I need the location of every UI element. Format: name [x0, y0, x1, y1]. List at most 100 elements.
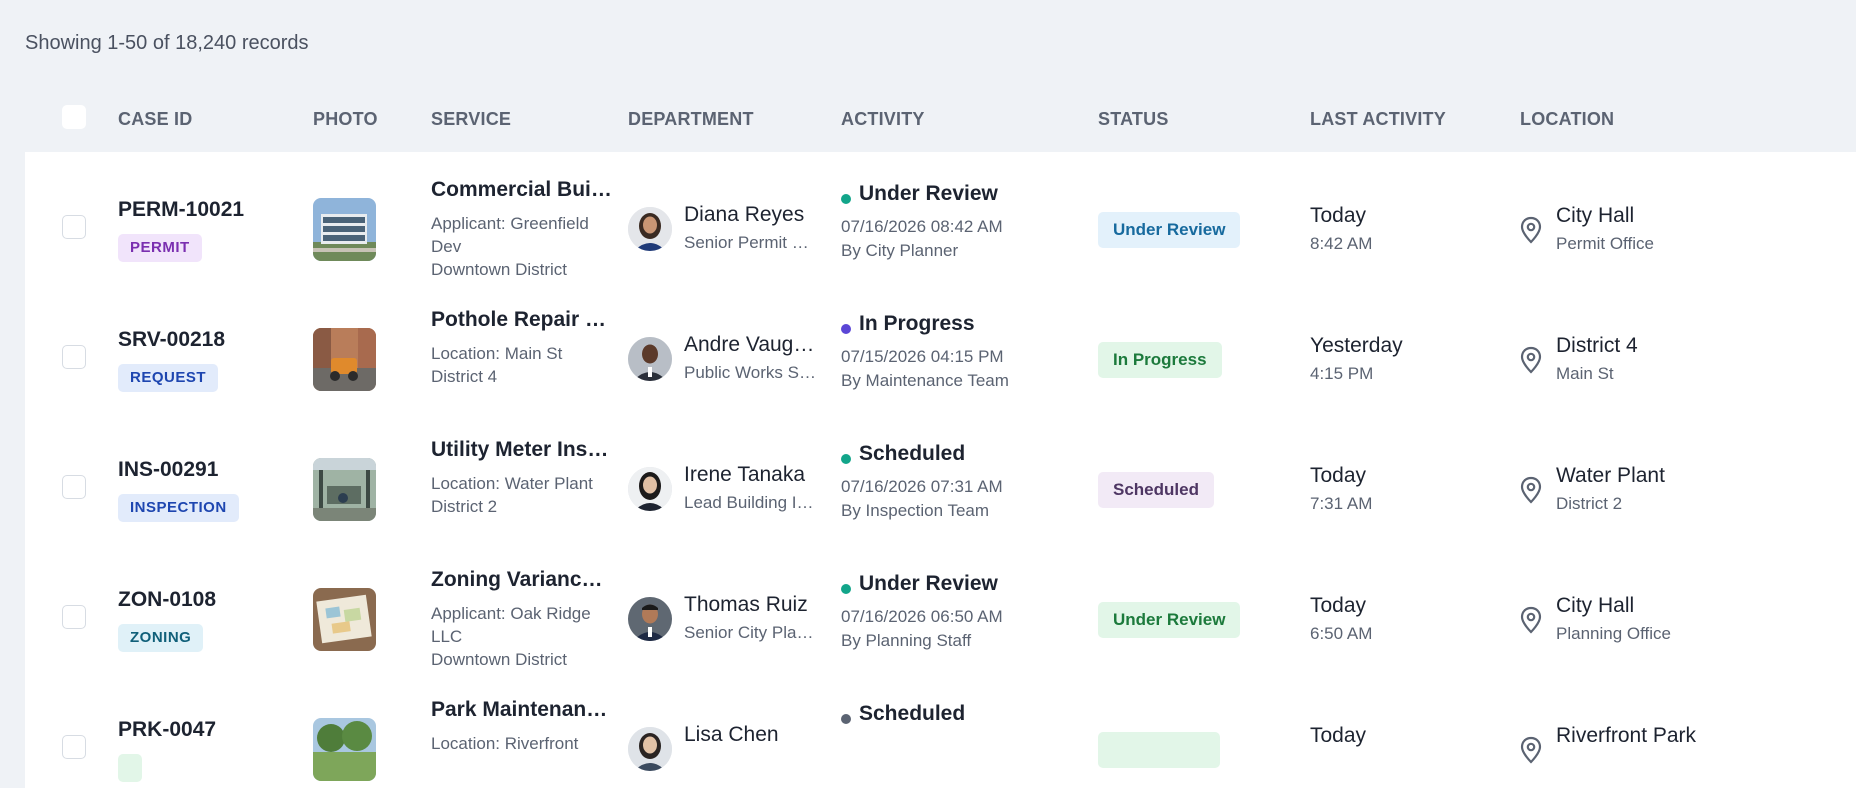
- column-header-location[interactable]: LOCATION: [1520, 109, 1614, 130]
- activity-title: Under Review: [859, 572, 998, 595]
- service-detail-line: District 2: [431, 497, 498, 516]
- case-type-tag: INSPECTION: [118, 494, 239, 522]
- service-title[interactable]: Utility Meter Inspection: [431, 438, 613, 462]
- avatar: [628, 337, 672, 381]
- case-id[interactable]: SRV-00218: [118, 328, 225, 352]
- records-table: PERM-10021 PERMIT Commercial Building Pe…: [25, 152, 1856, 788]
- status-badge: Under Review: [1098, 602, 1241, 638]
- column-header-last-activity[interactable]: LAST ACTIVITY: [1310, 109, 1446, 130]
- location-pin-icon: [1520, 476, 1542, 504]
- activity-date: 07/16/2026 07:31 AM: [841, 477, 1003, 496]
- last-activity-time: 8:42 AM: [1310, 234, 1373, 253]
- assignee-name[interactable]: Irene Tanaka: [684, 463, 816, 487]
- activity-status-dot: [841, 584, 851, 594]
- assignee-role: Senior Permit Coordinator: [684, 233, 816, 252]
- location-detail: Permit Office: [1556, 234, 1654, 253]
- table-row[interactable]: SRV-00218 REQUEST Pothole Repair Request…: [25, 282, 1856, 412]
- row-checkbox[interactable]: [62, 475, 86, 499]
- table-row[interactable]: PERM-10021 PERMIT Commercial Building Pe…: [25, 152, 1856, 282]
- activity-status-dot: [841, 454, 851, 464]
- location-name[interactable]: Water Plant: [1556, 464, 1665, 488]
- service-detail-line: Dev: [431, 237, 462, 256]
- service-detail-line: Location: Main St: [431, 344, 563, 363]
- avatar: [628, 597, 672, 641]
- assignee-role: Public Works Supervisor: [684, 363, 816, 382]
- location-name[interactable]: District 4: [1556, 334, 1638, 358]
- table-row[interactable]: ZON-0108 ZONING Zoning Variance Request …: [25, 542, 1856, 672]
- service-detail-line: Applicant: Oak Ridge: [431, 604, 591, 623]
- row-checkbox[interactable]: [62, 215, 86, 239]
- activity-title: Under Review: [859, 182, 998, 205]
- activity-actor: By Maintenance Team: [841, 371, 1009, 390]
- activity-title: Scheduled: [859, 442, 966, 465]
- assignee-name[interactable]: Diana Reyes: [684, 203, 816, 227]
- column-header-department[interactable]: DEPARTMENT: [628, 109, 754, 130]
- utility-photo[interactable]: [313, 458, 376, 521]
- case-id[interactable]: PRK-0047: [118, 718, 216, 742]
- service-title[interactable]: Commercial Building Permit: [431, 178, 613, 202]
- case-type-tag: ZONING: [118, 624, 204, 652]
- activity-date: 07/16/2026 06:50 AM: [841, 607, 1003, 626]
- assignee-name[interactable]: Andre Vaughn: [684, 333, 816, 357]
- case-id[interactable]: ZON-0108: [118, 588, 216, 612]
- last-activity-day: Today: [1310, 204, 1367, 227]
- service-details: Applicant: Greenfield Dev Downtown Distr…: [431, 212, 613, 281]
- activity-actor: By Planning Staff: [841, 631, 972, 650]
- last-activity-day: Today: [1310, 464, 1367, 487]
- select-all-checkbox[interactable]: [62, 105, 86, 129]
- service-details: Location: Riverfront: [431, 732, 613, 755]
- row-checkbox[interactable]: [62, 345, 86, 369]
- case-id[interactable]: PERM-10021: [118, 198, 244, 222]
- assignee-name[interactable]: Thomas Ruiz: [684, 593, 816, 617]
- location-pin-icon: [1520, 606, 1542, 634]
- activity-status-dot: [841, 194, 851, 204]
- activity-status-dot: [841, 714, 851, 724]
- row-checkbox[interactable]: [62, 735, 86, 759]
- table-row[interactable]: INS-00291 INSPECTION Utility Meter Inspe…: [25, 412, 1856, 542]
- location-detail: Planning Office: [1556, 624, 1671, 643]
- column-header-status[interactable]: STATUS: [1098, 109, 1169, 130]
- activity-actor: By Inspection Team: [841, 501, 990, 520]
- location-detail: District 2: [1556, 494, 1623, 513]
- service-detail-line: Location: Water Plant: [431, 474, 593, 493]
- service-detail-line: Applicant: Greenfield: [431, 214, 589, 233]
- service-title[interactable]: Zoning Variance Request: [431, 568, 613, 592]
- zoning-map-photo[interactable]: [313, 588, 376, 651]
- location-detail: Main St: [1556, 364, 1614, 383]
- status-badge: Under Review: [1098, 212, 1241, 248]
- activity-title: In Progress: [859, 312, 975, 335]
- activity-date: 07/16/2026 08:42 AM: [841, 217, 1003, 236]
- last-activity-time: 7:31 AM: [1310, 494, 1373, 513]
- record-count-summary: Showing 1-50 of 18,240 records: [25, 32, 309, 54]
- service-details: Location: Main St District 4: [431, 342, 613, 388]
- service-title[interactable]: Park Maintenance Request: [431, 698, 613, 722]
- service-detail-line: Downtown District: [431, 260, 568, 279]
- table-row[interactable]: PRK-0047 Park Maintenance Request Locati…: [25, 672, 1856, 788]
- last-activity-time: 4:15 PM: [1310, 364, 1374, 383]
- park-photo[interactable]: [313, 718, 376, 781]
- last-activity-day: Yesterday: [1310, 334, 1403, 357]
- activity-date: 07/15/2026 04:15 PM: [841, 347, 1004, 366]
- location-pin-icon: [1520, 346, 1542, 374]
- case-id[interactable]: INS-00291: [118, 458, 218, 482]
- case-type-tag: [118, 754, 142, 782]
- last-activity-time: 6:50 AM: [1310, 624, 1373, 643]
- service-detail-line: Location: Riverfront: [431, 734, 579, 753]
- column-header-case-id[interactable]: CASE ID: [118, 109, 192, 130]
- location-name[interactable]: City Hall: [1556, 594, 1634, 618]
- service-detail-line: District 4: [431, 367, 498, 386]
- service-title[interactable]: Pothole Repair Request: [431, 308, 613, 332]
- status-badge: [1098, 732, 1220, 768]
- column-header-photo: PHOTO: [313, 109, 378, 129]
- location-name[interactable]: Riverfront Park: [1556, 724, 1696, 748]
- building-photo[interactable]: [313, 198, 376, 261]
- last-activity-day: Today: [1310, 724, 1367, 747]
- case-type-tag: PERMIT: [118, 234, 202, 262]
- location-name[interactable]: City Hall: [1556, 204, 1634, 228]
- avatar: [628, 727, 672, 771]
- column-header-activity[interactable]: ACTIVITY: [841, 109, 925, 130]
- row-checkbox[interactable]: [62, 605, 86, 629]
- column-header-service[interactable]: SERVICE: [431, 109, 511, 130]
- assignee-name[interactable]: Lisa Chen: [684, 723, 816, 747]
- roadwork-photo[interactable]: [313, 328, 376, 391]
